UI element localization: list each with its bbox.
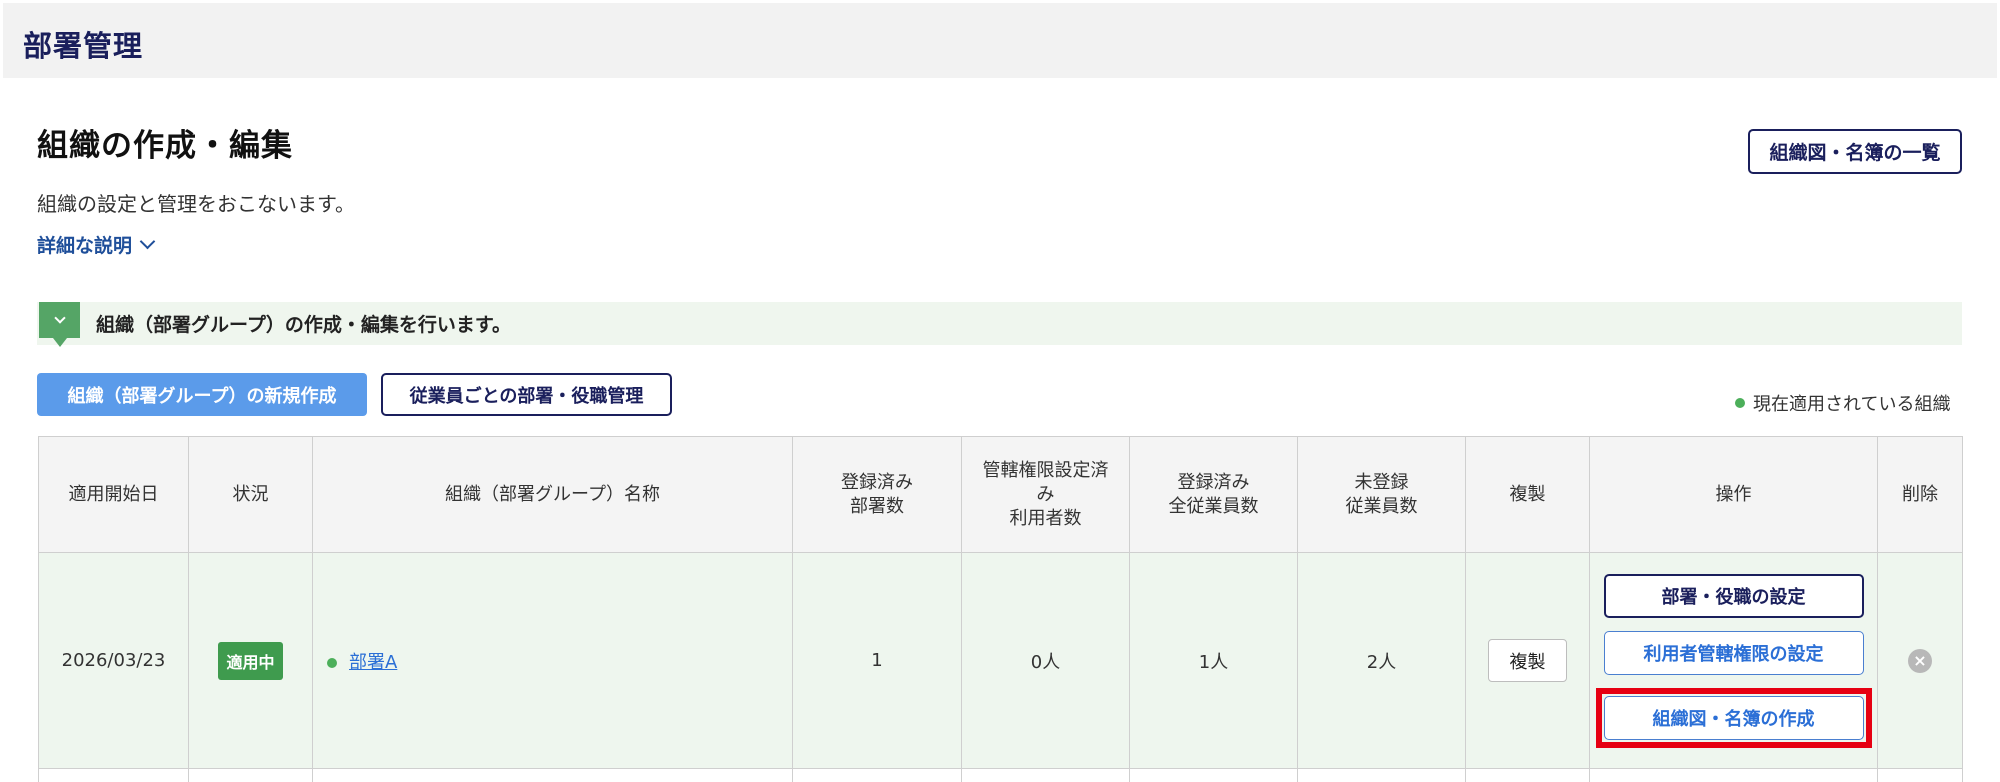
operations-group: 部署・役職の設定 利用者管轄権限の設定 組織図・名簿の作成 xyxy=(1590,573,1877,748)
header-operations: 操作 xyxy=(1589,436,1878,553)
cell-delete: × xyxy=(1877,552,1963,769)
info-bar: 組織（部署グループ）の作成・編集を行います。 xyxy=(37,302,1962,347)
org-name-link[interactable]: 部署A xyxy=(349,652,397,673)
empty-cell xyxy=(1129,768,1298,782)
empty-cell xyxy=(188,768,313,782)
chevron-down-icon xyxy=(139,233,156,250)
empty-cell xyxy=(1589,768,1878,782)
table-row: 2026/03/23 適用中 部署A 1 0人 1人 2人 複製 部署・役職の設… xyxy=(38,552,1963,769)
cell-status: 適用中 xyxy=(188,552,313,769)
page-header: 部署管理 xyxy=(3,3,1997,78)
header-users-count: 管轄権限設定済 み 利用者数 xyxy=(961,436,1130,553)
create-org-button[interactable]: 組織（部署グループ）の新規作成 xyxy=(37,373,367,416)
cell-dept-count: 1 xyxy=(792,552,962,769)
employee-dept-management-button[interactable]: 従業員ごとの部署・役職管理 xyxy=(381,373,672,416)
detail-link-label: 詳細な説明 xyxy=(37,235,133,257)
org-chart-list-button[interactable]: 組織図・名簿の一覧 xyxy=(1748,129,1962,174)
empty-cell xyxy=(1297,768,1466,782)
header-label: 状況 xyxy=(232,483,269,505)
table-header-row: 適用開始日 状況 組織（部署グループ）名称 登録済み 部署数 管轄権限設定済 み… xyxy=(38,436,1963,553)
chevron-down-icon xyxy=(53,312,66,324)
empty-cell xyxy=(1877,768,1963,782)
user-permission-settings-button[interactable]: 利用者管轄権限の設定 xyxy=(1603,630,1864,675)
org-table: 適用開始日 状況 組織（部署グループ）名称 登録済み 部署数 管轄権限設定済 み… xyxy=(38,436,1963,782)
header-unregistered-employees: 未登録 従業員数 xyxy=(1297,436,1466,553)
header-label: 適用開始日 xyxy=(68,483,159,505)
header-label: 管轄権限設定済 み 利用者数 xyxy=(982,459,1109,529)
cell-start-date: 2026/03/23 xyxy=(38,552,189,769)
highlight-frame: 組織図・名簿の作成 xyxy=(1595,687,1872,748)
header-label: 複製 xyxy=(1509,483,1546,505)
section-description: 組織の設定と管理をおこないます。 xyxy=(37,192,355,216)
header-delete: 削除 xyxy=(1877,436,1963,553)
empty-cell xyxy=(961,768,1130,782)
cell-name: 部署A xyxy=(312,552,793,769)
collapse-toggle[interactable] xyxy=(39,302,80,347)
cell-operations: 部署・役職の設定 利用者管轄権限の設定 組織図・名簿の作成 xyxy=(1589,552,1878,769)
header-label: 未登録 従業員数 xyxy=(1345,471,1418,517)
cell-copy: 複製 xyxy=(1465,552,1590,769)
dept-role-settings-button[interactable]: 部署・役職の設定 xyxy=(1603,573,1864,618)
header-status: 状況 xyxy=(188,436,313,553)
empty-cell xyxy=(792,768,962,782)
header-label: 登録済み 全従業員数 xyxy=(1168,471,1259,517)
header-label: 組織（部署グループ）名称 xyxy=(445,483,660,505)
create-org-chart-button[interactable]: 組織図・名簿の作成 xyxy=(1603,695,1864,740)
header-dept-count: 登録済み 部署数 xyxy=(792,436,962,553)
header-label: 登録済み 部署数 xyxy=(841,471,913,517)
detail-explanation-link[interactable]: 詳細な説明 xyxy=(37,231,156,258)
active-dot-icon xyxy=(327,657,337,668)
copy-button[interactable]: 複製 xyxy=(1488,639,1567,682)
cell-users-count: 0人 xyxy=(961,552,1130,769)
header-label: 操作 xyxy=(1715,483,1752,505)
empty-cell xyxy=(312,768,793,782)
cell-registered-employees: 1人 xyxy=(1129,552,1298,769)
header-name: 組織（部署グループ）名称 xyxy=(312,436,793,553)
delete-icon[interactable]: × xyxy=(1908,648,1932,673)
header-start-date: 適用開始日 xyxy=(38,436,189,553)
empty-cell xyxy=(38,768,189,782)
header-registered-employees: 登録済み 全従業員数 xyxy=(1129,436,1298,553)
legend-text: 現在適用されている組織 xyxy=(1753,394,1951,415)
header-copy: 複製 xyxy=(1465,436,1590,553)
info-text: 組織（部署グループ）の作成・編集を行います。 xyxy=(96,314,511,336)
page-title: 部署管理 xyxy=(23,29,144,63)
empty-cell xyxy=(1465,768,1590,782)
active-dot-icon xyxy=(1735,398,1745,408)
table-row xyxy=(38,768,1963,782)
cell-unregistered-employees: 2人 xyxy=(1297,552,1466,769)
header-label: 削除 xyxy=(1902,483,1938,505)
active-org-legend: 現在適用されている組織 xyxy=(1735,390,1950,416)
status-badge: 適用中 xyxy=(218,641,283,680)
section-title: 組織の作成・編集 xyxy=(37,128,293,164)
